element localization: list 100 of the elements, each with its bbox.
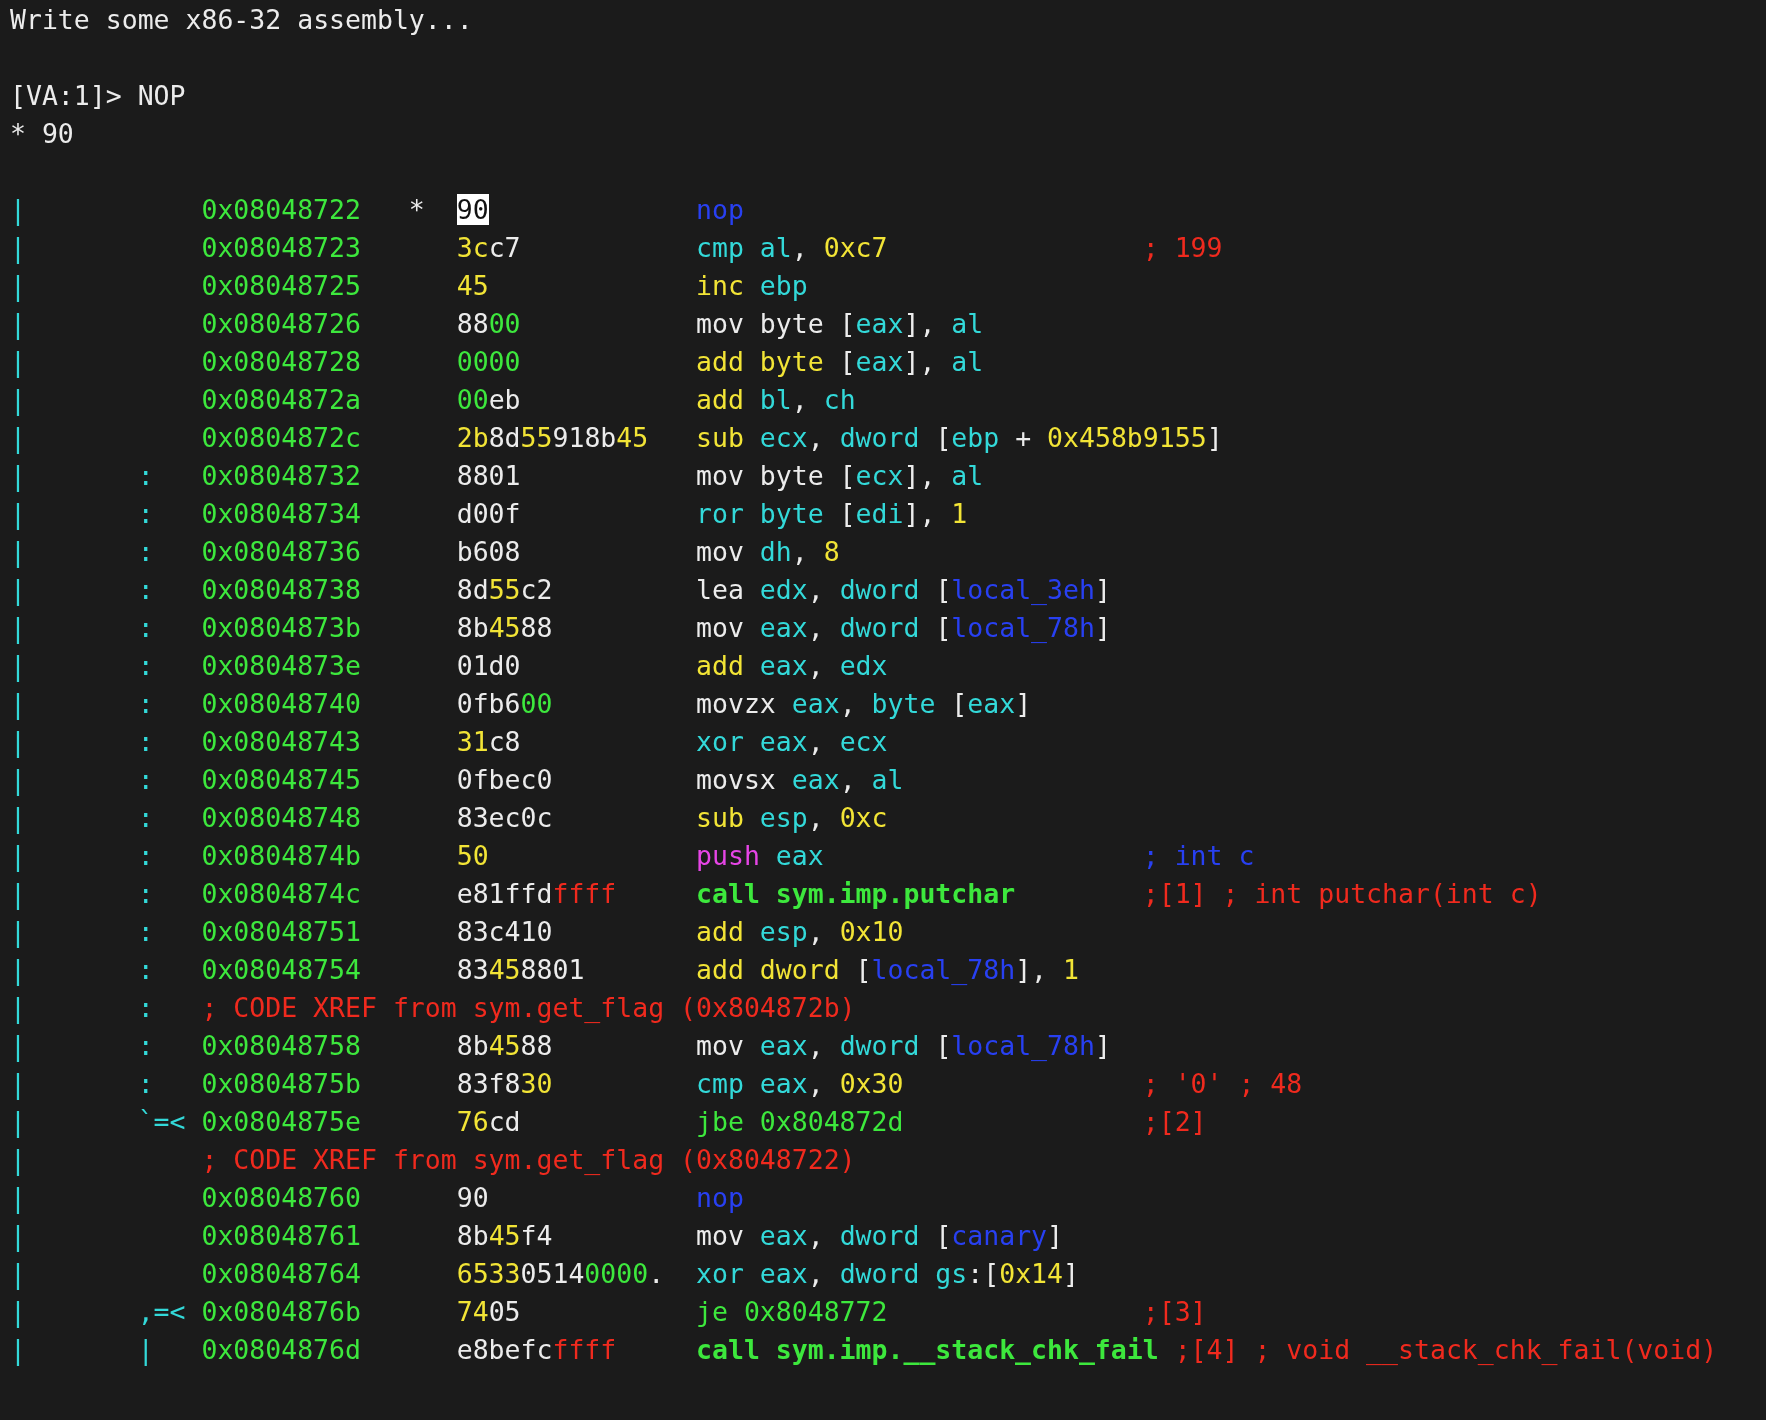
opcode-bytes: e81ffdffff — [456, 878, 617, 909]
flow-line: | — [10, 1334, 26, 1365]
instruction: add byte [eax], al — [696, 346, 984, 377]
branch-marker: : — [137, 764, 154, 795]
flow-line: | — [10, 574, 26, 605]
branch-marker: `=< — [137, 1106, 186, 1137]
address: 0x08048732 — [201, 460, 361, 491]
opcode-bytes: 83ec0c — [456, 802, 553, 833]
branch-marker: | — [137, 1334, 154, 1365]
xref-comment: ; CODE XREF from sym.get_flag (0x8048722) — [201, 1143, 856, 1177]
address: 0x08048761 — [201, 1220, 361, 1251]
xref-comment: ; CODE XREF from sym.get_flag (0x804872b) — [201, 991, 856, 1025]
address: 0x0804874b — [201, 840, 361, 871]
address: 0x08048734 — [201, 498, 361, 529]
comment: ; '0' ; 48 — [1142, 1067, 1303, 1101]
address: 0x08048736 — [201, 536, 361, 567]
instruction: call sym.imp.putchar — [696, 878, 1016, 909]
address: 0x08048723 — [201, 232, 361, 263]
branch-marker: : — [137, 574, 154, 605]
address: 0x0804875e — [201, 1106, 361, 1137]
address: 0x08048722 — [201, 194, 361, 225]
flow-line: | — [10, 346, 26, 377]
instruction: cmp al, 0xc7 — [696, 232, 888, 263]
flow-line: | — [10, 878, 26, 909]
flow-line: | — [10, 1106, 26, 1137]
instruction: mov byte [ecx], al — [696, 460, 984, 491]
opcode-bytes: 8b4588 — [456, 1030, 553, 1061]
address: 0x08048754 — [201, 954, 361, 985]
address: 0x08048751 — [201, 916, 361, 947]
address: 0x0804875b — [201, 1068, 361, 1099]
opcode-bytes: 45 — [456, 270, 489, 301]
flow-line: | — [10, 1296, 26, 1327]
opcode-bytes: 8801 — [456, 460, 521, 491]
comment: ;[4] ; void __stack_chk_fail(void) — [1174, 1333, 1718, 1367]
comment: ;[2] — [1142, 1105, 1207, 1139]
flow-line: | — [10, 1144, 26, 1175]
instruction: xor eax, ecx — [696, 726, 888, 757]
opcode-bytes: 31c8 — [456, 726, 521, 757]
opcode-bytes: 8b45f4 — [456, 1220, 553, 1251]
comment: ;[1] ; int putchar(int c) — [1142, 877, 1542, 911]
opcode-bytes: 0fb600 — [456, 688, 553, 719]
flow-line: | — [10, 232, 26, 263]
command-input[interactable]: NOP — [137, 80, 186, 111]
instruction: je 0x8048772 — [696, 1296, 888, 1327]
flow-line: | — [10, 992, 26, 1023]
address: 0x08048725 — [201, 270, 361, 301]
branch-marker: ,=< — [137, 1296, 186, 1327]
address: 0x08048740 — [201, 688, 361, 719]
opcode-bytes: 3cc7 — [456, 232, 521, 263]
instruction: mov eax, dword [local_78h] — [696, 1030, 1111, 1061]
opcode-bytes: 50 — [456, 840, 489, 871]
instruction: mov dh, 8 — [696, 536, 840, 567]
flow-line: | — [10, 764, 26, 795]
branch-marker: : — [137, 954, 154, 985]
flow-line: | — [10, 954, 26, 985]
instruction: movsx eax, al — [696, 764, 904, 795]
address: 0x08048728 — [201, 346, 361, 377]
instruction: inc ebp — [696, 270, 808, 301]
prompt: [VA:1]> — [10, 80, 122, 111]
command-output: * 90 — [10, 117, 75, 151]
address: 0x0804873e — [201, 650, 361, 681]
flow-line: | — [10, 308, 26, 339]
address: 0x0804876b — [201, 1296, 361, 1327]
instruction: nop — [696, 194, 744, 225]
flow-line: | — [10, 536, 26, 567]
opcode-bytes: 83f830 — [456, 1068, 553, 1099]
opcode-bytes: d00f — [456, 498, 521, 529]
branch-marker: : — [137, 802, 154, 833]
branch-marker: : — [137, 688, 154, 719]
branch-marker: : — [137, 840, 154, 871]
address: 0x0804873b — [201, 612, 361, 643]
opcode-bytes: b608 — [456, 536, 521, 567]
branch-marker: : — [137, 650, 154, 681]
instruction: call sym.imp.__stack_chk_fail — [696, 1334, 1159, 1365]
flow-line: | — [10, 688, 26, 719]
opcode-bytes: 8b4588 — [456, 612, 553, 643]
branch-marker: : — [137, 498, 154, 529]
flow-line: | — [10, 916, 26, 947]
status-message: Write some x86-32 assembly... — [10, 3, 474, 37]
opcode-bytes: 90 — [456, 194, 489, 225]
instruction: movzx eax, byte [eax] — [696, 688, 1032, 719]
branch-marker: : — [137, 916, 154, 947]
instruction: mov byte [eax], al — [696, 308, 984, 339]
instruction: mov eax, dword [canary] — [696, 1220, 1064, 1251]
opcode-bytes: 90 — [456, 1182, 489, 1213]
opcode-bytes: 2b8d55918b45 — [456, 422, 649, 453]
instruction: sub ecx, dword [ebp + 0x458b9155] — [696, 422, 1223, 453]
instruction: add esp, 0x10 — [696, 916, 904, 947]
address: 0x08048758 — [201, 1030, 361, 1061]
address: 0x08048743 — [201, 726, 361, 757]
instruction: add eax, edx — [696, 650, 888, 681]
flow-line: | — [10, 726, 26, 757]
opcode-bytes: 0fbec0 — [456, 764, 553, 795]
flow-line: | — [10, 1068, 26, 1099]
comment: ; int c — [1142, 839, 1255, 873]
flow-line: | — [10, 802, 26, 833]
opcode-bytes: 76cd — [456, 1106, 521, 1137]
flow-line: | — [10, 1220, 26, 1251]
opcode-bytes: 7405 — [456, 1296, 521, 1327]
flow-line: | — [10, 612, 26, 643]
